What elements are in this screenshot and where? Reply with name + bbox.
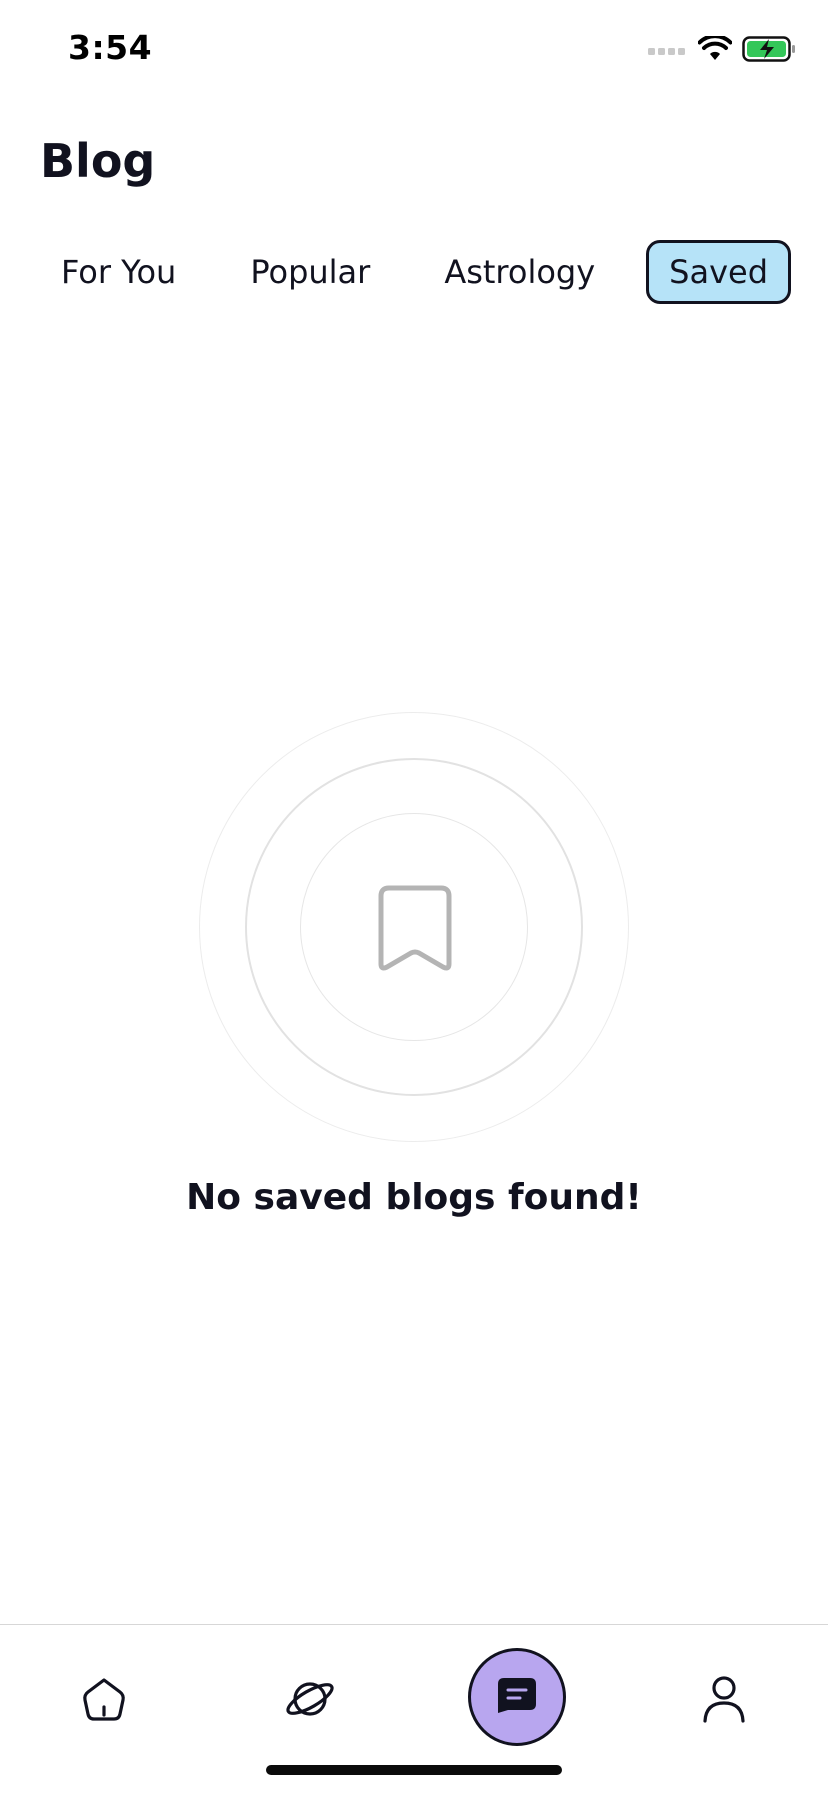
empty-state: No saved blogs found!: [0, 712, 828, 1232]
empty-state-message: No saved blogs found!: [186, 1177, 642, 1218]
wifi-icon: [697, 34, 733, 66]
profile-icon: [702, 1675, 746, 1727]
home-icon: [80, 1676, 128, 1726]
home-indicator[interactable]: [266, 1765, 562, 1775]
page-title: Blog: [40, 134, 156, 188]
nav-profile[interactable]: [692, 1669, 756, 1733]
blog-icon: [496, 1676, 538, 1718]
status-icons: [648, 34, 796, 66]
tab-saved[interactable]: Saved: [646, 240, 792, 304]
empty-state-illustration: [199, 712, 629, 1142]
signal-icon: [648, 42, 688, 61]
planet-icon: [283, 1676, 337, 1726]
battery-charging-icon: [742, 36, 796, 66]
nav-home[interactable]: [72, 1669, 136, 1733]
bookmark-icon: [377, 884, 453, 976]
status-bar: 3:54: [0, 0, 828, 100]
tab-popular[interactable]: Popular: [227, 240, 393, 304]
status-time: 3:54: [68, 28, 153, 67]
tab-astrology[interactable]: Astrology: [421, 240, 618, 304]
nav-blog[interactable]: [468, 1648, 566, 1746]
tab-for-you[interactable]: For You: [38, 240, 199, 304]
nav-explore[interactable]: [278, 1669, 342, 1733]
tab-bar: For You Popular Astrology Saved: [38, 240, 792, 304]
